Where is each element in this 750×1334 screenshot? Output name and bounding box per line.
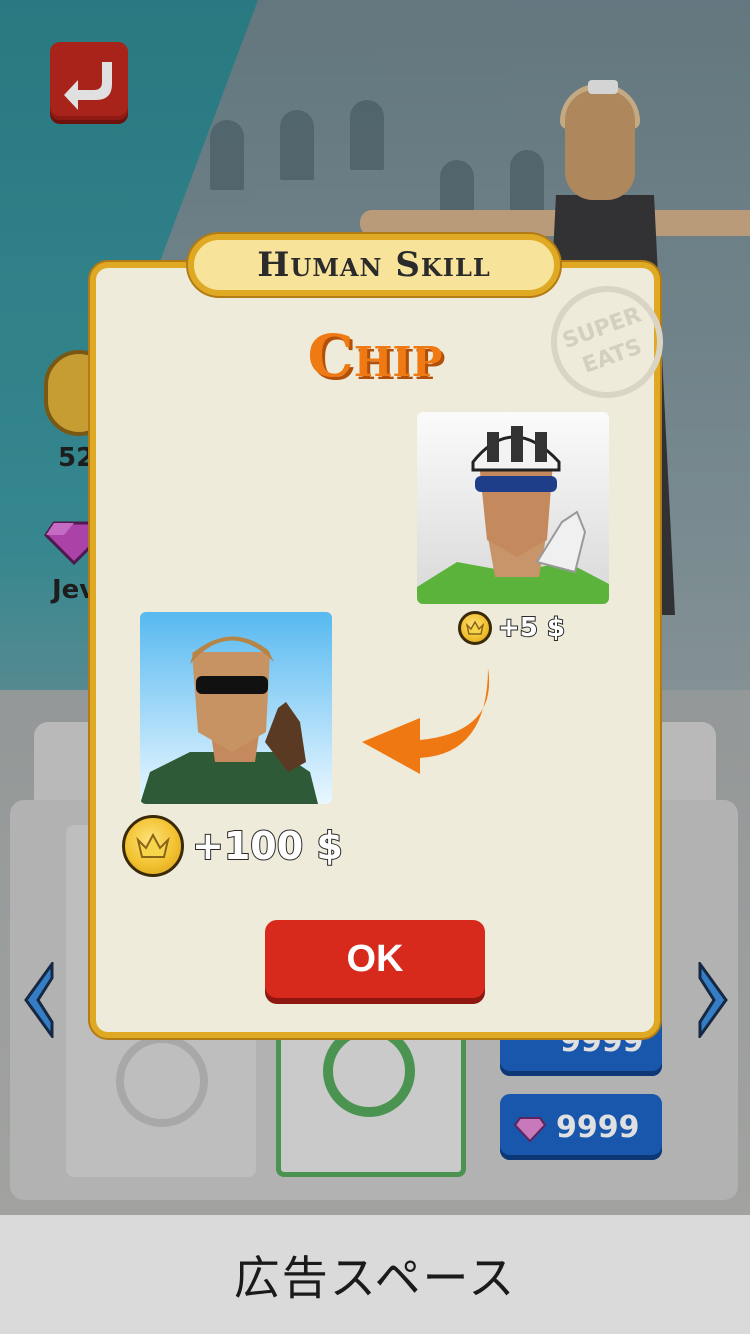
current-bonus: +5 $ bbox=[458, 611, 566, 645]
upgraded-bonus-value: +100 $ bbox=[191, 823, 344, 869]
ok-button[interactable]: OK bbox=[265, 920, 485, 998]
upgraded-bonus: +100 $ bbox=[122, 815, 344, 877]
coin-icon bbox=[458, 611, 492, 645]
portrait-upgraded bbox=[140, 612, 332, 804]
ad-space-label: 広告スペース bbox=[233, 1250, 517, 1305]
sunglasses-portrait-icon bbox=[140, 636, 318, 804]
ok-label: OK bbox=[346, 937, 404, 980]
ad-space-banner[interactable]: 広告スペース bbox=[0, 1215, 750, 1334]
dialog-title: Human Skill bbox=[257, 245, 491, 285]
portrait-current bbox=[417, 412, 609, 604]
current-bonus-value: +5 $ bbox=[497, 612, 566, 644]
cyclist-portrait-icon bbox=[417, 426, 609, 604]
coin-icon bbox=[122, 815, 184, 877]
dialog-header: Human Skill bbox=[188, 234, 560, 296]
character-name: Chip bbox=[307, 322, 443, 390]
curved-arrow-icon bbox=[362, 668, 490, 774]
